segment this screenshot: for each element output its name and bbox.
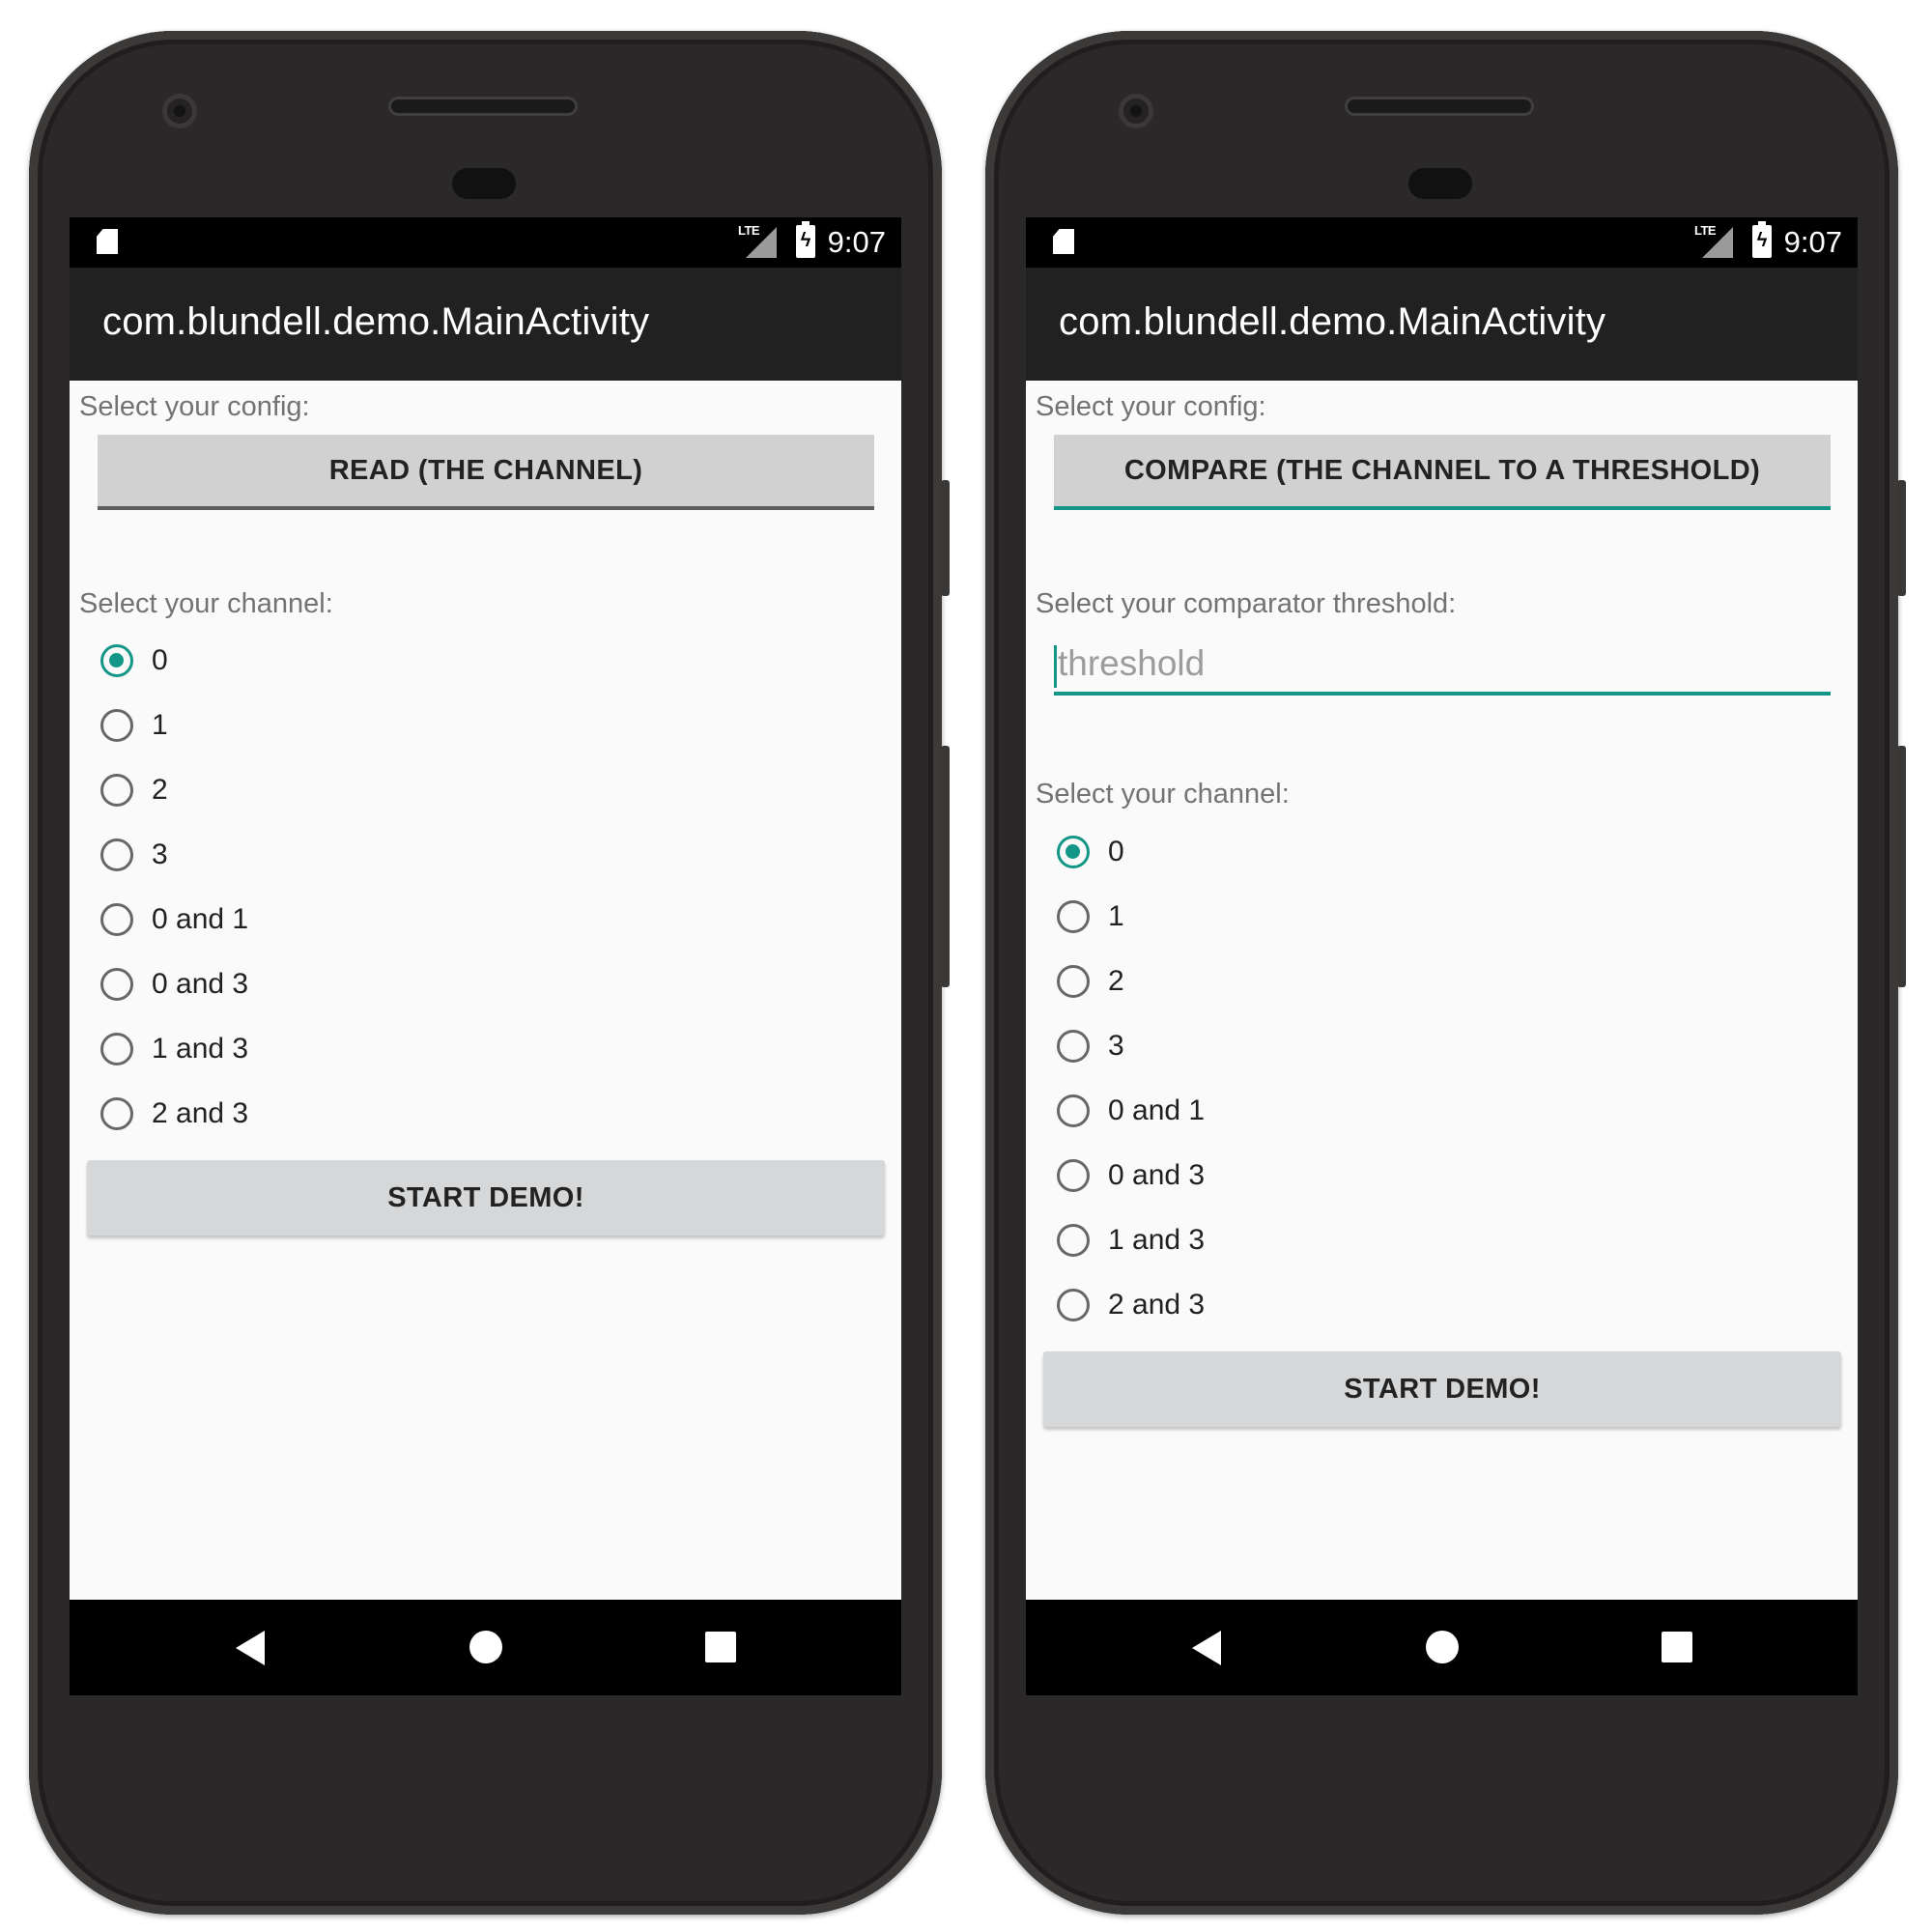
power-button: [1897, 480, 1906, 596]
home-icon[interactable]: [1426, 1631, 1459, 1663]
network-type: LTE: [1694, 223, 1717, 238]
radio-button-checked[interactable]: [1057, 836, 1090, 868]
radio-button[interactable]: [1057, 1159, 1090, 1192]
status-time: 9:07: [1783, 225, 1842, 259]
radio-button[interactable]: [100, 1097, 133, 1130]
radio-label: 1 and 3: [152, 1033, 249, 1065]
radio-channel-3[interactable]: 3: [100, 828, 487, 882]
radio-button[interactable]: [1057, 900, 1090, 933]
radio-label: 2 and 3: [1108, 1289, 1206, 1321]
threshold-placeholder: threshold: [1058, 643, 1206, 683]
speaker-grille: [388, 97, 578, 116]
radio-label: 0 and 1: [1108, 1094, 1206, 1126]
right-screen: LTE ϟ 9:07 com.blundell.demo.MainActivit…: [1026, 217, 1858, 1695]
radio-channel-1[interactable]: 1: [100, 698, 487, 753]
radio-label: 0: [152, 644, 168, 676]
radio-channel-1-and-3[interactable]: 1 and 3: [100, 1022, 487, 1076]
radio-channel-0[interactable]: 0: [1057, 825, 1443, 879]
battery-charging-icon: ϟ: [1752, 221, 1772, 258]
right-phone-frame: LTE ϟ 9:07 com.blundell.demo.MainActivit…: [985, 31, 1906, 1915]
back-icon[interactable]: [1192, 1631, 1221, 1665]
main-content: Select your config: COMPARE (THE CHANNEL…: [1026, 381, 1858, 1600]
app-bar: com.blundell.demo.MainActivity: [1026, 268, 1858, 381]
power-button: [941, 480, 950, 596]
status-bar: LTE ϟ 9:07: [1026, 217, 1858, 268]
radio-label: 3: [1108, 1030, 1124, 1062]
sd-card-icon: [1053, 229, 1074, 254]
radio-channel-3[interactable]: 3: [1057, 1019, 1443, 1073]
radio-button[interactable]: [1057, 1289, 1090, 1321]
threshold-input[interactable]: threshold: [1054, 641, 1831, 696]
radio-label: 0 and 1: [152, 903, 249, 935]
config-label: Select your config:: [1036, 391, 1266, 422]
network-type: LTE: [738, 223, 760, 238]
left-screen: LTE ϟ 9:07 com.blundell.demo.MainActivit…: [70, 217, 901, 1695]
status-bar: LTE ϟ 9:07: [70, 217, 901, 268]
left-phone-frame: LTE ϟ 9:07 com.blundell.demo.MainActivit…: [29, 31, 950, 1915]
channel-label: Select your channel:: [1036, 779, 1290, 810]
radio-label: 2: [1108, 965, 1124, 997]
app-title: com.blundell.demo.MainActivity: [102, 300, 650, 343]
config-spinner[interactable]: READ (THE CHANNEL): [98, 435, 874, 510]
battery-charging-icon: ϟ: [796, 221, 815, 258]
speaker-grille: [1345, 97, 1534, 116]
radio-button[interactable]: [100, 709, 133, 742]
radio-channel-2[interactable]: 2: [100, 763, 487, 817]
radio-label: 0: [1108, 836, 1124, 867]
radio-button[interactable]: [100, 968, 133, 1001]
text-cursor: [1054, 645, 1057, 688]
radio-button[interactable]: [100, 838, 133, 871]
radio-channel-0-and-3[interactable]: 0 and 3: [1057, 1149, 1443, 1203]
back-icon[interactable]: [236, 1631, 265, 1665]
main-content: Select your config: READ (THE CHANNEL) S…: [70, 381, 901, 1600]
radio-label: 3: [152, 838, 168, 870]
radio-button[interactable]: [1057, 965, 1090, 998]
radio-label: 1: [152, 709, 168, 741]
sd-card-icon: [97, 229, 118, 254]
radio-channel-0-and-3[interactable]: 0 and 3: [100, 957, 487, 1011]
start-demo-button[interactable]: START DEMO!: [87, 1160, 885, 1236]
navigation-bar: [70, 1600, 901, 1695]
front-camera-icon: [162, 94, 197, 128]
config-label: Select your config:: [79, 391, 310, 422]
front-camera-icon: [1119, 94, 1153, 128]
radio-channel-2-and-3[interactable]: 2 and 3: [1057, 1278, 1443, 1332]
channel-label: Select your channel:: [79, 588, 333, 619]
radio-button[interactable]: [100, 903, 133, 936]
radio-button[interactable]: [1057, 1224, 1090, 1257]
radio-channel-0[interactable]: 0: [100, 634, 487, 688]
radio-channel-0-and-1[interactable]: 0 and 1: [1057, 1084, 1443, 1138]
radio-channel-1-and-3[interactable]: 1 and 3: [1057, 1213, 1443, 1267]
recents-icon[interactable]: [705, 1632, 736, 1662]
navigation-bar: [1026, 1600, 1858, 1695]
radio-channel-2[interactable]: 2: [1057, 954, 1443, 1009]
radio-button[interactable]: [100, 774, 133, 807]
radio-button-checked[interactable]: [100, 644, 133, 677]
start-demo-button[interactable]: START DEMO!: [1043, 1351, 1841, 1427]
proximity-sensor: [452, 168, 516, 199]
volume-button: [1897, 746, 1906, 987]
radio-channel-2-and-3[interactable]: 2 and 3: [100, 1087, 487, 1141]
radio-channel-0-and-1[interactable]: 0 and 1: [100, 893, 487, 947]
home-icon[interactable]: [469, 1631, 502, 1663]
radio-label: 0 and 3: [152, 968, 249, 1000]
radio-button[interactable]: [1057, 1030, 1090, 1063]
radio-label: 1: [1108, 900, 1124, 932]
radio-label: 0 and 3: [1108, 1159, 1206, 1191]
radio-label: 2: [152, 774, 168, 806]
app-bar: com.blundell.demo.MainActivity: [70, 268, 901, 381]
recents-icon[interactable]: [1662, 1632, 1692, 1662]
radio-channel-1[interactable]: 1: [1057, 890, 1443, 944]
config-spinner[interactable]: COMPARE (THE CHANNEL TO A THRESHOLD): [1054, 435, 1831, 510]
proximity-sensor: [1408, 168, 1472, 199]
radio-button[interactable]: [1057, 1094, 1090, 1127]
app-title: com.blundell.demo.MainActivity: [1059, 300, 1606, 343]
radio-label: 1 and 3: [1108, 1224, 1206, 1256]
volume-button: [941, 746, 950, 987]
status-time: 9:07: [827, 225, 886, 259]
threshold-label: Select your comparator threshold:: [1036, 588, 1457, 619]
radio-button[interactable]: [100, 1033, 133, 1065]
radio-label: 2 and 3: [152, 1097, 249, 1129]
